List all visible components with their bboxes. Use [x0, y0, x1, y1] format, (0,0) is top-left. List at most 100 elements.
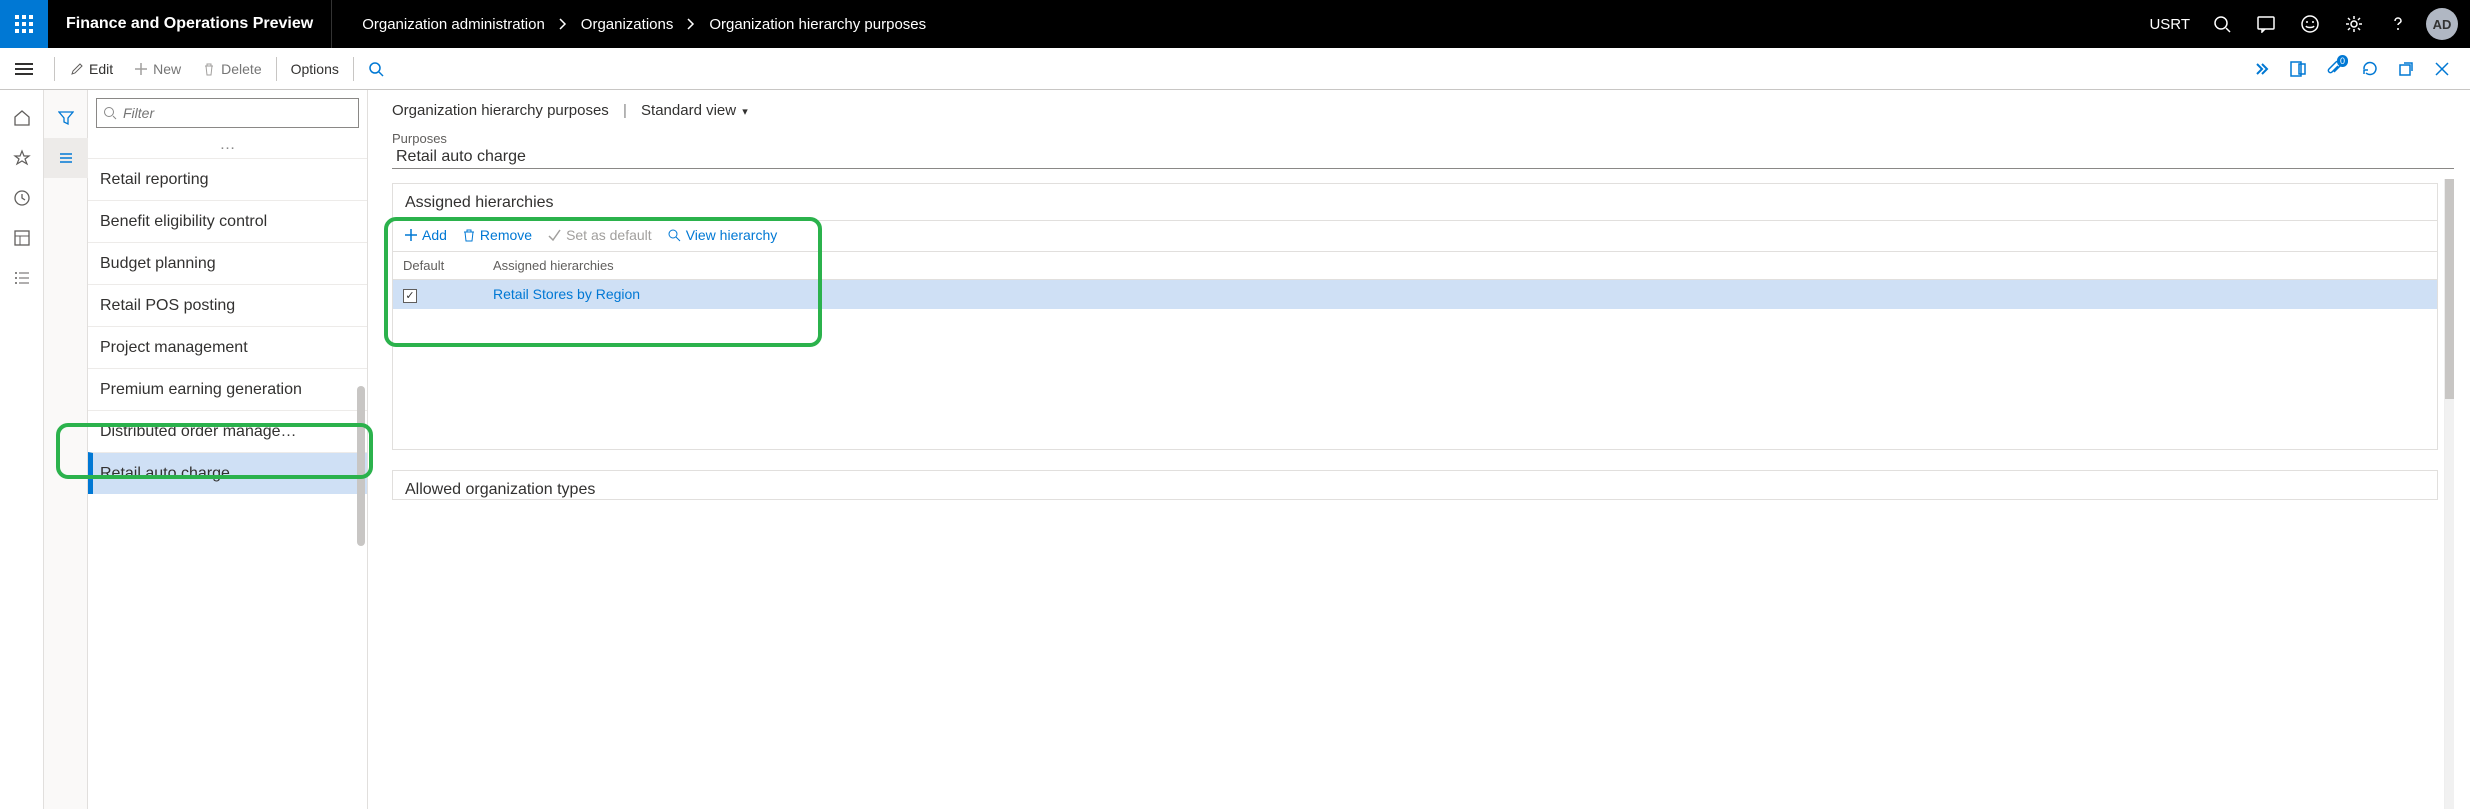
command-bar-right: 0	[2250, 57, 2462, 81]
divider	[276, 57, 277, 81]
hierarchy-name-cell[interactable]: Retail Stores by Region	[483, 280, 2437, 309]
trash-icon	[463, 229, 475, 242]
col-default[interactable]: Default	[393, 252, 483, 280]
search-button[interactable]	[2202, 0, 2242, 48]
trash-icon	[201, 61, 217, 77]
open-in-office-icon[interactable]	[2286, 57, 2310, 81]
hierarchy-link[interactable]: Retail Stores by Region	[493, 286, 640, 302]
attachment-count-badge: 0	[2337, 55, 2348, 67]
settings-button[interactable]	[2334, 0, 2374, 48]
top-bar: Finance and Operations Preview Organizat…	[0, 0, 2470, 48]
remove-button[interactable]: Remove	[463, 227, 532, 243]
list-item[interactable]: Retail POS posting	[88, 284, 367, 326]
panel2-title: Allowed organization types	[405, 481, 595, 498]
edit-label: Edit	[89, 61, 113, 77]
search-icon	[368, 61, 384, 77]
modules-icon[interactable]	[0, 258, 44, 298]
set-default-button[interactable]: Set as default	[548, 227, 652, 243]
feedback-button[interactable]	[2290, 0, 2330, 48]
help-button[interactable]	[2378, 0, 2418, 48]
refresh-icon[interactable]	[2358, 57, 2382, 81]
default-cell[interactable]: ✓	[393, 280, 483, 309]
page-header: Organization hierarchy purposes | Standa…	[392, 102, 2454, 119]
purposes-side-list: …Retail reportingBenefit eligibility con…	[88, 90, 368, 809]
options-label: Options	[291, 61, 339, 77]
chevron-right-icon	[687, 18, 695, 30]
page-title: Organization hierarchy purposes	[392, 102, 609, 119]
close-icon[interactable]	[2430, 57, 2454, 81]
checkbox-icon: ✓	[403, 289, 417, 303]
messages-button[interactable]	[2246, 0, 2286, 48]
panel-toolbar: Add Remove Set as default View hierarchy	[393, 220, 2437, 252]
search-icon	[668, 229, 681, 242]
chevron-right-icon	[559, 18, 567, 30]
purpose-field-value[interactable]: Retail auto charge	[392, 146, 2454, 169]
breadcrumb: Organization administration Organization…	[332, 16, 2149, 33]
breadcrumb-item[interactable]: Organization administration	[362, 16, 545, 33]
list-view-icon[interactable]	[44, 138, 88, 178]
new-button[interactable]: New	[123, 57, 191, 81]
list-item[interactable]: Distributed order manage…	[88, 410, 367, 452]
new-label: New	[153, 61, 181, 77]
delete-label: Delete	[221, 61, 261, 77]
purposes-list: …Retail reportingBenefit eligibility con…	[88, 136, 367, 494]
filter-rail	[44, 90, 88, 809]
favorites-icon[interactable]	[0, 138, 44, 178]
content-scrollbar[interactable]	[2444, 179, 2454, 809]
divider	[353, 57, 354, 81]
scrollbar-thumb[interactable]	[2445, 179, 2454, 399]
view-hierarchy-button[interactable]: View hierarchy	[668, 227, 778, 243]
app-launcher[interactable]	[0, 0, 48, 48]
delete-button[interactable]: Delete	[191, 57, 271, 81]
nav-toggle-button[interactable]	[8, 53, 40, 85]
list-item[interactable]: Retail auto charge	[88, 452, 367, 494]
panel-empty-space	[393, 309, 2437, 449]
view-selector[interactable]: Standard view ▾	[641, 102, 748, 119]
edit-icon	[69, 61, 85, 77]
scrollbar-thumb[interactable]	[357, 386, 365, 546]
table-row[interactable]: ✓ Retail Stores by Region	[393, 280, 2437, 309]
user-avatar[interactable]: AD	[2422, 0, 2462, 48]
list-item[interactable]: Retail reporting	[88, 158, 367, 200]
top-right-actions: USRT AD	[2149, 0, 2470, 48]
home-icon[interactable]	[0, 98, 44, 138]
app-name[interactable]: Finance and Operations Preview	[48, 0, 332, 48]
col-assigned[interactable]: Assigned hierarchies	[483, 252, 2437, 280]
recent-icon[interactable]	[0, 178, 44, 218]
chevron-down-icon: ▾	[742, 106, 748, 118]
hierarchies-grid: Default Assigned hierarchies ✓ Retail Sto…	[393, 252, 2437, 309]
legal-entity[interactable]: USRT	[2149, 16, 2190, 33]
allowed-org-types-panel: Allowed organization types	[392, 470, 2438, 500]
list-item[interactable]: Budget planning	[88, 242, 367, 284]
command-bar: Edit New Delete Options 0	[0, 48, 2470, 90]
page-search-button[interactable]	[358, 57, 394, 81]
attachments-icon[interactable]: 0	[2322, 57, 2346, 81]
breadcrumb-item[interactable]: Organizations	[581, 16, 674, 33]
search-icon	[103, 106, 117, 120]
main-shell: …Retail reportingBenefit eligibility con…	[0, 90, 2470, 809]
workspaces-icon[interactable]	[0, 218, 44, 258]
electronic-reporting-icon[interactable]	[2250, 57, 2274, 81]
panel-title: Assigned hierarchies	[393, 184, 2437, 220]
filter-box[interactable]	[96, 98, 359, 128]
waffle-icon	[15, 15, 33, 33]
purpose-field-label: Purposes	[392, 131, 2454, 146]
edit-button[interactable]: Edit	[59, 57, 123, 81]
list-item[interactable]: Benefit eligibility control	[88, 200, 367, 242]
main-content: Organization hierarchy purposes | Standa…	[368, 90, 2470, 809]
list-overflow-indicator: …	[88, 136, 367, 158]
popout-icon[interactable]	[2394, 57, 2418, 81]
breadcrumb-item[interactable]: Organization hierarchy purposes	[709, 16, 926, 33]
separator: |	[619, 102, 631, 119]
divider	[54, 57, 55, 81]
check-icon	[548, 229, 561, 242]
avatar-initials: AD	[2426, 8, 2458, 40]
options-button[interactable]: Options	[281, 57, 349, 81]
add-button[interactable]: Add	[405, 227, 447, 243]
plus-icon	[405, 229, 417, 241]
list-item[interactable]: Project management	[88, 326, 367, 368]
plus-icon	[133, 61, 149, 77]
list-item[interactable]: Premium earning generation	[88, 368, 367, 410]
filter-icon[interactable]	[44, 98, 88, 138]
filter-input[interactable]	[123, 105, 352, 121]
